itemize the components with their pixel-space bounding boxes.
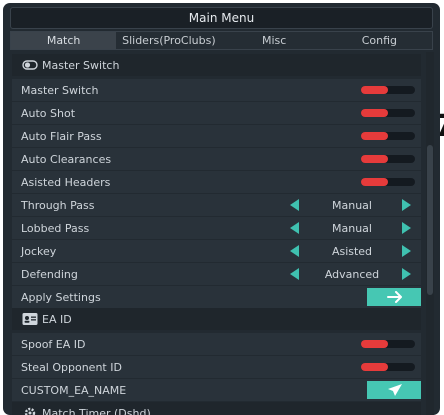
setting-row-custom-ea-name: CUSTOM_EA_NAME xyxy=(12,379,421,401)
lobbed-pass-value: Manual xyxy=(332,221,372,235)
toggle-icon xyxy=(22,60,38,70)
asisted-headers-toggle[interactable] xyxy=(361,178,415,186)
scrollbar[interactable] xyxy=(426,52,434,415)
setting-label: CUSTOM_EA_NAME xyxy=(21,383,127,397)
section-header-match-timer: Match Timer (Dshd) xyxy=(12,402,421,415)
gear-icon xyxy=(24,407,36,415)
tab-misc[interactable]: Misc xyxy=(222,32,327,49)
setting-label: Defending xyxy=(21,267,78,281)
setting-row-auto-shot: Auto Shot xyxy=(12,102,421,124)
next-arrow-icon[interactable] xyxy=(402,268,411,280)
setting-row-auto-clearances: Auto Clearances xyxy=(12,148,421,170)
prev-arrow-icon[interactable] xyxy=(290,199,299,211)
tab-config[interactable]: Config xyxy=(327,32,432,49)
setting-label: Auto Flair Pass xyxy=(21,129,102,143)
through-pass-value: Manual xyxy=(332,198,372,212)
apply-settings-button[interactable] xyxy=(367,288,421,306)
auto-clearances-toggle[interactable] xyxy=(361,155,415,163)
setting-label: Spoof EA ID xyxy=(21,337,86,351)
setting-label: Auto Clearances xyxy=(21,152,112,166)
setting-row-through-pass: Through Pass Manual xyxy=(12,194,421,216)
setting-label: Steal Opponent ID xyxy=(21,360,122,374)
next-arrow-icon[interactable] xyxy=(402,199,411,211)
prev-arrow-icon[interactable] xyxy=(290,222,299,234)
section-title: EA ID xyxy=(42,312,72,326)
next-arrow-icon[interactable] xyxy=(402,222,411,234)
setting-label: Jockey xyxy=(21,244,57,258)
next-arrow-icon[interactable] xyxy=(402,245,411,257)
scrollbar-thumb[interactable] xyxy=(427,145,433,295)
setting-row-master-switch: Master Switch xyxy=(12,79,421,101)
setting-label: Auto Shot xyxy=(21,106,76,120)
id-card-icon xyxy=(22,313,38,325)
prev-arrow-icon[interactable] xyxy=(290,268,299,280)
setting-row-lobbed-pass: Lobbed Pass Manual xyxy=(12,217,421,239)
master-switch-toggle[interactable] xyxy=(361,86,415,94)
setting-label: Lobbed Pass xyxy=(21,221,90,235)
setting-row-apply-settings: Apply Settings xyxy=(12,286,421,308)
setting-row-auto-flair-pass: Auto Flair Pass xyxy=(12,125,421,147)
send-icon xyxy=(387,384,402,396)
setting-row-jockey: Jockey Asisted xyxy=(12,240,421,262)
main-menu-window: Main Menu Match Sliders(ProClubs) Misc C… xyxy=(3,3,440,415)
title-bar[interactable]: Main Menu xyxy=(10,7,433,29)
defending-value: Advanced xyxy=(324,267,380,281)
auto-shot-toggle[interactable] xyxy=(361,109,415,117)
setting-row-steal-opponent-id: Steal Opponent ID xyxy=(12,356,421,378)
setting-label: Through Pass xyxy=(21,198,95,212)
arrow-right-icon xyxy=(386,291,402,303)
section-header-ea-id: EA ID xyxy=(12,308,421,330)
settings-list: Master Switch Master Switch Auto Shot Au… xyxy=(12,52,421,415)
setting-label: Master Switch xyxy=(21,83,99,97)
custom-ea-name-button[interactable] xyxy=(367,381,421,399)
setting-label: Apply Settings xyxy=(21,290,101,304)
tab-sliders-proclubs[interactable]: Sliders(ProClubs) xyxy=(116,32,221,49)
auto-flair-pass-toggle[interactable] xyxy=(361,132,415,140)
section-title: Master Switch xyxy=(42,58,120,72)
setting-row-asisted-headers: Asisted Headers xyxy=(12,171,421,193)
tab-bar: Match Sliders(ProClubs) Misc Config xyxy=(10,31,433,50)
section-title: Match Timer (Dshd) xyxy=(42,406,151,415)
spoof-ea-id-toggle[interactable] xyxy=(361,340,415,348)
section-header-master-switch: Master Switch xyxy=(12,54,421,76)
steal-opponent-id-toggle[interactable] xyxy=(361,363,415,371)
setting-label: Asisted Headers xyxy=(21,175,111,189)
window-title: Main Menu xyxy=(188,11,255,25)
prev-arrow-icon[interactable] xyxy=(290,245,299,257)
tab-match[interactable]: Match xyxy=(11,32,117,49)
setting-row-spoof-ea-id: Spoof EA ID xyxy=(12,333,421,355)
setting-row-defending: Defending Advanced xyxy=(12,263,421,285)
jockey-value: Asisted xyxy=(331,244,373,258)
